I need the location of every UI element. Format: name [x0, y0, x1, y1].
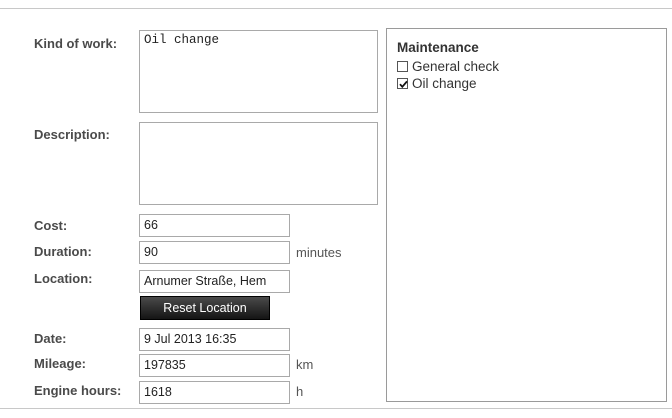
kind-of-work-textarea[interactable]: Oil change [139, 30, 378, 113]
mileage-unit: km [296, 357, 314, 372]
location-input[interactable]: Arnumer Straße, Hem [139, 270, 290, 293]
date-label: Date: [34, 331, 67, 346]
cost-input[interactable]: 66 [139, 214, 290, 237]
general-check-label: General check [412, 59, 500, 74]
checkmark-icon [399, 80, 408, 89]
engine-hours-unit: h [296, 384, 304, 399]
top-border [0, 0, 672, 9]
maintenance-panel: Maintenance General check Oil change [386, 28, 667, 402]
general-check-checkbox[interactable] [397, 61, 408, 72]
bottom-border [0, 408, 672, 409]
maintenance-item-oil-change[interactable]: Oil change [397, 76, 477, 91]
duration-input[interactable]: 90 [139, 241, 290, 264]
engine-hours-input[interactable]: 1618 [139, 381, 290, 404]
engine-hours-label: Engine hours: [34, 383, 122, 398]
cost-label: Cost: [34, 218, 68, 233]
oil-change-checkbox[interactable] [397, 78, 408, 89]
mileage-label: Mileage: [34, 356, 87, 371]
kind-of-work-label: Kind of work: [34, 36, 118, 51]
maintenance-item-general-check[interactable]: General check [397, 59, 499, 74]
description-label: Description: [34, 127, 110, 142]
mileage-input[interactable]: 197835 [139, 354, 290, 377]
date-input[interactable]: 9 Jul 2013 16:35 [139, 328, 290, 351]
location-label: Location: [34, 271, 93, 286]
reset-location-button[interactable]: Reset Location [140, 296, 270, 320]
oil-change-label: Oil change [412, 76, 477, 91]
maintenance-title: Maintenance [397, 40, 479, 55]
duration-unit: minutes [296, 245, 342, 260]
duration-label: Duration: [34, 244, 92, 259]
description-textarea[interactable] [139, 122, 378, 205]
